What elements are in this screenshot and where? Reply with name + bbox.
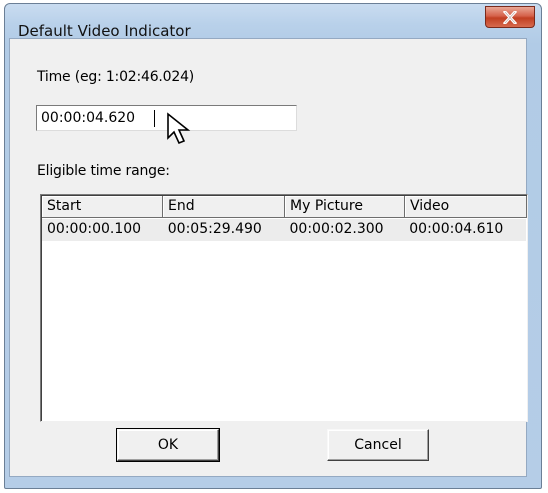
dialog-client-area: Time (eg: 1:02:46.024) Eligible time ran… xyxy=(9,38,528,477)
cancel-button[interactable]: Cancel xyxy=(327,429,429,461)
cell-end: 00:05:29.490 xyxy=(167,221,262,237)
table-row[interactable]: 00:00:00.100 00:05:29.490 00:00:02.300 0… xyxy=(42,219,526,241)
time-label: Time (eg: 1:02:46.024) xyxy=(37,69,195,85)
title-bar[interactable]: Default Video Indicator xyxy=(5,4,541,42)
close-button[interactable] xyxy=(485,6,535,28)
ok-button[interactable]: OK xyxy=(116,428,220,462)
column-header-end[interactable]: End xyxy=(163,196,285,218)
eligible-range-label: Eligible time range: xyxy=(37,163,170,179)
time-range-list[interactable]: Start End My Picture Video 00:00:00.100 … xyxy=(40,194,528,422)
cell-start: 00:00:00.100 xyxy=(47,221,142,237)
column-header-video[interactable]: Video xyxy=(405,196,527,218)
column-header-start[interactable]: Start xyxy=(42,196,163,218)
text-caret xyxy=(154,110,155,127)
cell-my-picture: 00:00:02.300 xyxy=(289,221,384,237)
cell-video: 00:00:04.610 xyxy=(409,221,504,237)
list-header: Start End My Picture Video xyxy=(42,196,527,218)
close-icon xyxy=(503,10,517,24)
mouse-pointer-icon xyxy=(167,112,191,145)
column-header-my-picture[interactable]: My Picture xyxy=(285,196,405,218)
